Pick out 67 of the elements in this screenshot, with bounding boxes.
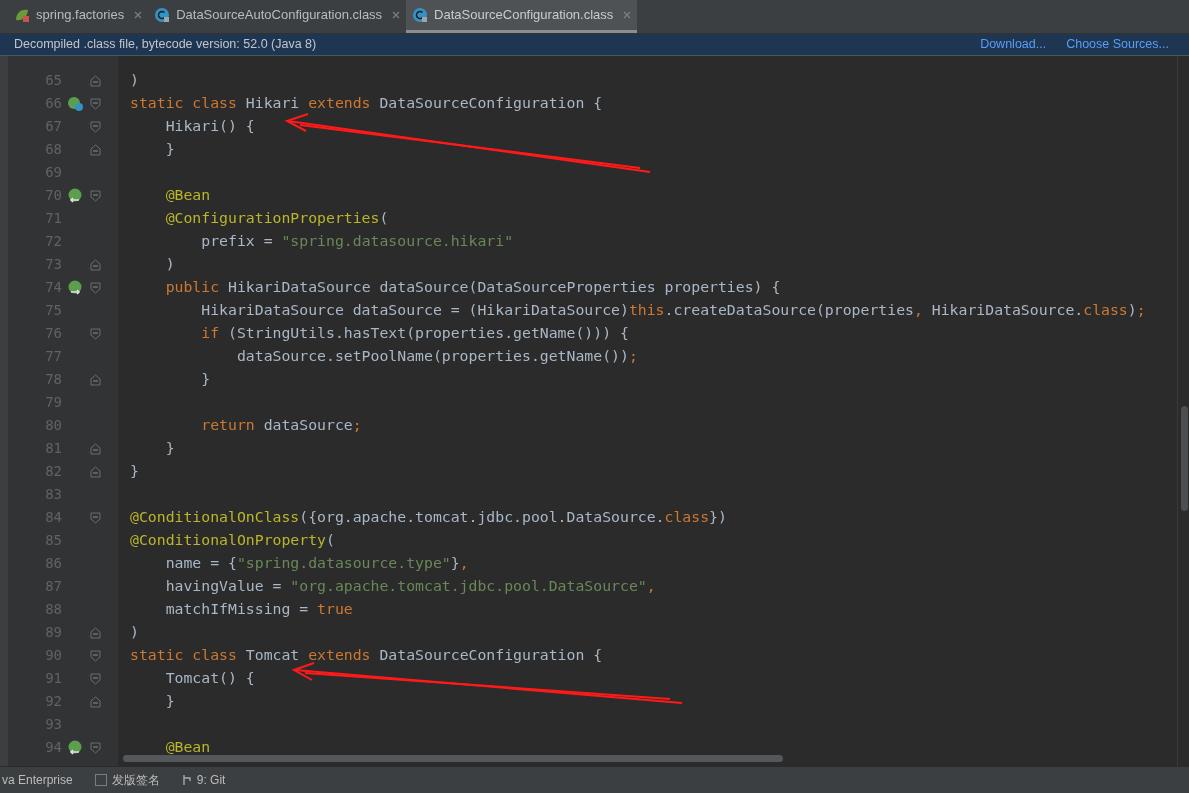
code-line: ) [164, 254, 175, 275]
code-line: Hikari() { [164, 116, 255, 137]
editor-tab[interactable]: spring.factories [8, 0, 149, 33]
checkbox[interactable] [94, 774, 107, 786]
code-line: public HikariDataSource dataSource(DataSourceProperties properties) { [164, 277, 781, 298]
bean-class-icon [67, 95, 83, 112]
code-line: } [164, 139, 175, 160]
fold-end-icon[interactable] [89, 258, 101, 271]
code-line: @ConfigurationProperties( [164, 208, 389, 229]
close-icon[interactable] [392, 11, 401, 19]
checkbox-label: 发版签名 [111, 772, 160, 789]
fold-marker-icon[interactable] [89, 327, 101, 340]
code-line: @ConditionalOnProperty( [130, 530, 335, 551]
fold-marker-icon[interactable] [89, 511, 101, 524]
code-line: } [200, 369, 211, 390]
code-line: static class Tomcat extends DataSourceConfiguration { [130, 645, 603, 666]
fold-marker-icon[interactable] [89, 649, 101, 662]
code-line: @Bean [164, 737, 211, 758]
close-icon[interactable] [134, 11, 143, 19]
code-line: } [164, 691, 175, 712]
code-line: } [130, 461, 139, 482]
banner-message: Decompiled .class file, bytecode version: 52.0 (Java 8) [14, 36, 317, 54]
code-line: if (StringUtils.hasText(properties.getName())) { [200, 323, 629, 344]
leaf-icon [14, 7, 30, 23]
code-line: HikariDataSource dataSource = (HikariDataSource)this.createDataSource(properties, HikariDataSource.class); [200, 300, 1146, 321]
class-file-icon [154, 7, 171, 23]
code-line: matchIfMissing = true [164, 599, 353, 620]
code-line: static class Hikari extends DataSourceConfiguration { [130, 93, 603, 114]
code-line: ) [130, 70, 139, 91]
branch-icon [181, 774, 192, 786]
fold-end-icon[interactable] [89, 442, 101, 455]
code-line: @ConditionalOnClass({org.apache.tomcat.jdbc.pool.DataSource.class}) [130, 507, 727, 528]
fold-marker-icon[interactable] [89, 281, 101, 294]
bean-arrow-left-icon [67, 187, 83, 204]
banner-link[interactable]: Download... [980, 35, 1047, 54]
fold-marker-icon[interactable] [89, 189, 101, 202]
class-file-icon [412, 7, 429, 23]
code-line: name = {"spring.datasource.type"}, [164, 553, 469, 574]
bean-arrow-right-icon [67, 279, 83, 296]
fold-marker-icon[interactable] [89, 741, 101, 754]
fold-marker-icon[interactable] [89, 120, 101, 133]
status-text: va Enterprise [1, 772, 73, 789]
fold-marker-icon[interactable] [89, 97, 101, 110]
code-line: havingValue = "org.apache.tomcat.jdbc.pool.DataSource", [164, 576, 656, 597]
editor-tab[interactable]: DataSourceAutoConfiguration.class [148, 0, 407, 33]
bean-arrow-left-icon [67, 739, 83, 756]
code-line: return dataSource; [200, 415, 362, 436]
close-icon[interactable] [623, 11, 632, 19]
fold-end-icon[interactable] [89, 143, 101, 156]
fold-end-icon[interactable] [89, 626, 101, 639]
fold-marker-icon[interactable] [89, 672, 101, 685]
editor-tab[interactable]: DataSourceConfiguration.class [406, 0, 638, 33]
scrollbar-thumb[interactable] [1181, 406, 1188, 511]
horizontal-scrollbar-thumb[interactable] [123, 755, 783, 762]
code-line: prefix = "spring.datasource.hikari" [200, 231, 514, 252]
vertical-scrollbar[interactable] [1177, 56, 1189, 766]
fold-end-icon[interactable] [89, 74, 101, 87]
fold-end-icon[interactable] [89, 373, 101, 386]
code-line: Tomcat() { [164, 668, 255, 689]
code-line: } [164, 438, 175, 459]
fold-end-icon[interactable] [89, 695, 101, 708]
fold-end-icon[interactable] [89, 465, 101, 478]
git-tool-button[interactable]: 9: Git [181, 771, 226, 789]
code-line: dataSource.setPoolName(properties.getName()); [235, 346, 638, 367]
banner-link[interactable]: Choose Sources... [1066, 35, 1169, 54]
code-line: ) [130, 622, 139, 643]
code-line: @Bean [164, 185, 211, 206]
